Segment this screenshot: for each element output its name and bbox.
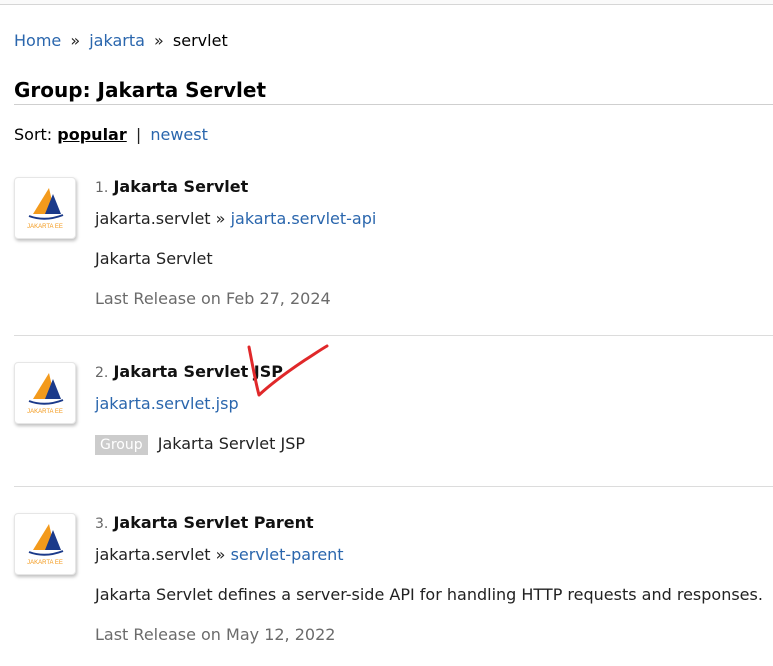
result-coordinates: jakarta.servlet.jsp <box>95 394 239 413</box>
result-description: Jakarta Servlet defines a server-side AP… <box>95 585 763 604</box>
group-id-text: jakarta.servlet <box>95 545 211 564</box>
breadcrumb: Home » jakarta » servlet <box>14 31 228 50</box>
jakarta-ee-logo-icon[interactable]: JAKARTA EE <box>14 177 76 239</box>
result-number: 3. <box>95 516 109 532</box>
result-title: 1. Jakarta Servlet <box>95 177 773 196</box>
logo-text: JAKARTA EE <box>27 224 63 230</box>
result-name-link[interactable]: Jakarta Servlet JSP <box>113 362 283 381</box>
title-divider <box>14 104 773 105</box>
result-number: 2. <box>95 365 109 381</box>
top-border <box>0 0 773 5</box>
result-last-release: Last Release on Feb 27, 2024 <box>95 289 331 308</box>
sort-separator: | <box>135 125 142 144</box>
result-name-link[interactable]: Jakarta Servlet <box>113 177 248 196</box>
artifact-link[interactable]: jakarta.servlet-api <box>231 209 377 228</box>
artifact-link[interactable]: jakarta.servlet.jsp <box>95 394 239 413</box>
page-title: Group: Jakarta Servlet <box>14 78 267 102</box>
result-description-text: Jakarta Servlet JSP <box>157 434 305 453</box>
sort-newest-link[interactable]: newest <box>150 125 208 144</box>
result-item: JAKARTA EE 2. Jakarta Servlet JSP jakart… <box>14 362 773 462</box>
result-divider <box>14 335 773 336</box>
sort-popular-link[interactable]: popular <box>57 125 126 144</box>
coords-separator: » <box>215 209 226 228</box>
sort-bar: Sort: popular | newest <box>14 125 208 144</box>
logo-text: JAKARTA EE <box>27 409 63 415</box>
group-id-text: jakarta.servlet <box>95 209 211 228</box>
sort-label: Sort: <box>14 125 53 144</box>
breadcrumb-separator: » <box>70 31 81 50</box>
breadcrumb-jakarta-link[interactable]: jakarta <box>89 31 145 50</box>
result-item: JAKARTA EE 1. Jakarta Servlet jakarta.se… <box>14 177 773 317</box>
breadcrumb-separator: » <box>154 31 164 50</box>
result-divider <box>14 486 773 487</box>
result-item: JAKARTA EE 3. Jakarta Servlet Parent jak… <box>14 513 773 653</box>
logo-text: JAKARTA EE <box>27 560 63 566</box>
jakarta-ee-logo-icon[interactable]: JAKARTA EE <box>14 513 76 575</box>
jakarta-ee-logo-icon[interactable]: JAKARTA EE <box>14 362 76 424</box>
artifact-link[interactable]: servlet-parent <box>231 545 344 564</box>
result-name-link[interactable]: Jakarta Servlet Parent <box>113 513 313 532</box>
result-last-release: Last Release on May 12, 2022 <box>95 625 336 644</box>
result-description: Group Jakarta Servlet JSP <box>95 434 305 455</box>
breadcrumb-home-link[interactable]: Home <box>14 31 61 50</box>
result-coordinates: jakarta.servlet » servlet-parent <box>95 545 344 564</box>
result-coordinates: jakarta.servlet » jakarta.servlet-api <box>95 209 376 228</box>
group-badge: Group <box>95 435 148 455</box>
result-title: 3. Jakarta Servlet Parent <box>95 513 773 532</box>
result-number: 1. <box>95 180 109 196</box>
result-title: 2. Jakarta Servlet JSP <box>95 362 773 381</box>
breadcrumb-current: servlet <box>172 31 228 50</box>
coords-separator: » <box>215 545 226 564</box>
result-description: Jakarta Servlet <box>95 249 213 268</box>
